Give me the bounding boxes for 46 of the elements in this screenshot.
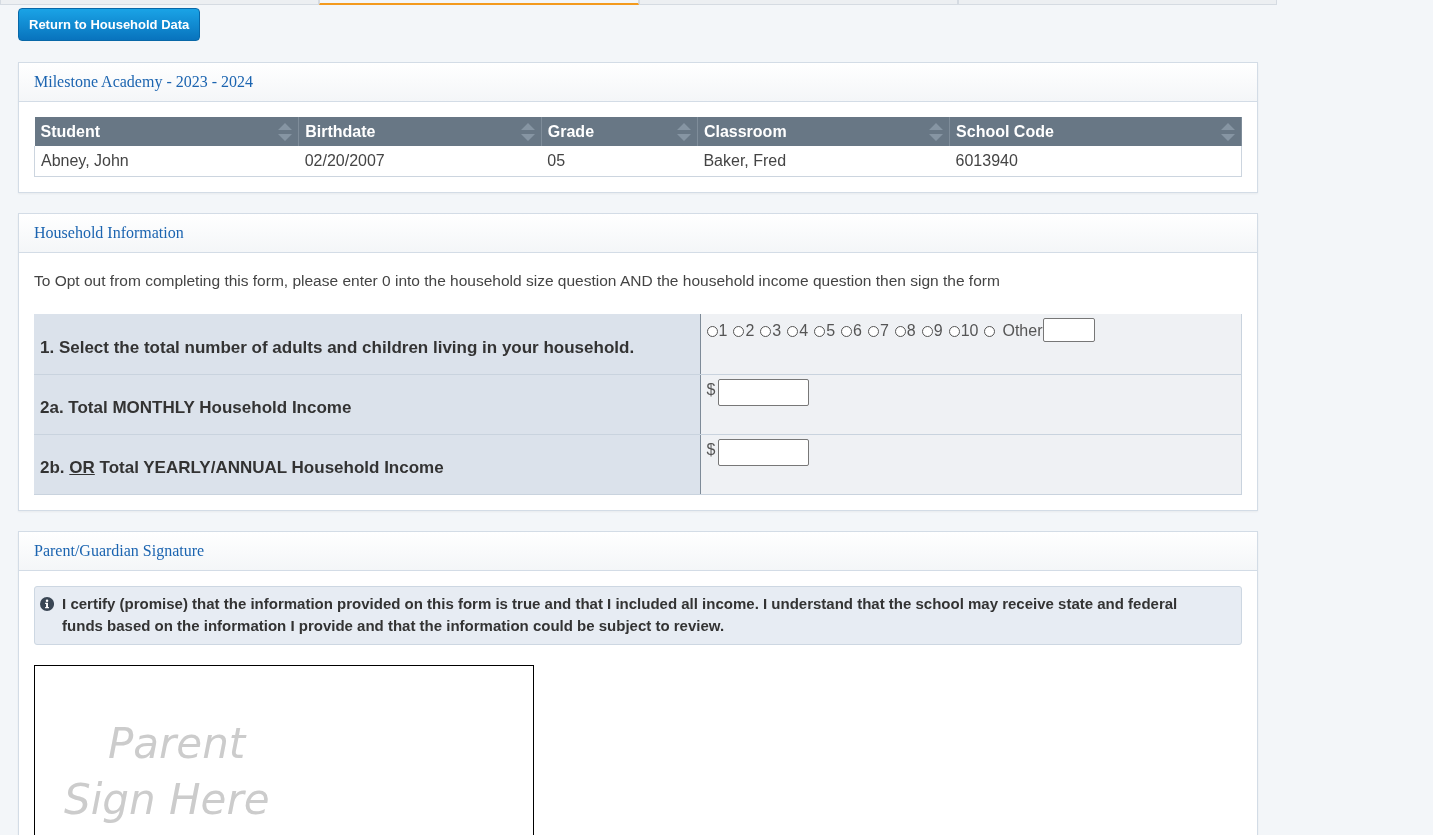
table-cell: 02/20/2007 — [298, 146, 542, 177]
income-input-field[interactable] — [718, 438, 810, 466]
panel-title: Household Information — [34, 224, 184, 242]
radio-label: 3 — [772, 322, 782, 340]
radio-button[interactable] — [706, 325, 718, 337]
question-label: 2a. Total MONTHLY Household Income — [34, 374, 700, 434]
radio-button[interactable] — [894, 325, 906, 337]
other-input-field[interactable] — [1043, 318, 1096, 342]
return-button[interactable]: Return to Household Data — [18, 8, 201, 41]
radio-button[interactable] — [984, 325, 996, 337]
radio-button[interactable] — [948, 325, 960, 337]
radio-button[interactable] — [921, 325, 933, 337]
radio-button[interactable] — [760, 325, 772, 337]
table-cell: Baker, Fred — [697, 146, 950, 177]
panel-title: Milestone Academy - 2023 - 2024 — [34, 73, 254, 91]
radio-button[interactable] — [814, 325, 826, 337]
radio-button[interactable] — [867, 325, 879, 337]
column-header[interactable]: Classroom — [697, 117, 950, 146]
question-label: 2b. OR Total YEARLY/ANNUAL Household Income — [34, 434, 700, 494]
notice-text: I certify (promise) that the information provided on this form is true and that I included all income. I understand that the school may receive state and federal funds based on the information I provide and that the information could be subject to review. — [62, 593, 1179, 636]
radio-label: 8 — [906, 322, 916, 340]
radio-label: 9 — [933, 322, 943, 340]
table-cell: Abney, John — [34, 146, 299, 177]
currency-sign: $ — [706, 380, 716, 399]
currency-sign: $ — [706, 440, 716, 459]
radio-label: 6 — [853, 322, 862, 340]
radio-button[interactable] — [787, 325, 799, 337]
radio-label: 10 — [960, 322, 979, 340]
question-label: 1. Select the total number of adults and children living in your household. — [34, 314, 700, 374]
radio-label: Other — [1002, 322, 1043, 340]
table-cell: 05 — [541, 146, 698, 177]
column-header[interactable]: Grade — [541, 117, 698, 146]
column-header[interactable]: Student — [34, 117, 299, 146]
instructions-text: To Opt out from completing this form, please enter 0 into the household size question AND the household income question then sign the form — [34, 272, 1001, 290]
radio-label: 4 — [799, 322, 809, 340]
panel-title: Parent/Guardian Signature — [34, 541, 205, 560]
radio-label: 5 — [826, 322, 836, 340]
radio-label: 1 — [718, 322, 728, 340]
radio-button[interactable] — [841, 325, 853, 337]
income-input-field[interactable] — [718, 378, 810, 406]
radio-button[interactable] — [733, 325, 745, 337]
table-cell: 6013940 — [949, 146, 1242, 177]
column-header[interactable]: Birthdate — [298, 117, 542, 146]
column-header[interactable]: School Code — [949, 117, 1242, 146]
radio-label: 2 — [745, 322, 755, 340]
radio-label: 7 — [879, 322, 889, 340]
